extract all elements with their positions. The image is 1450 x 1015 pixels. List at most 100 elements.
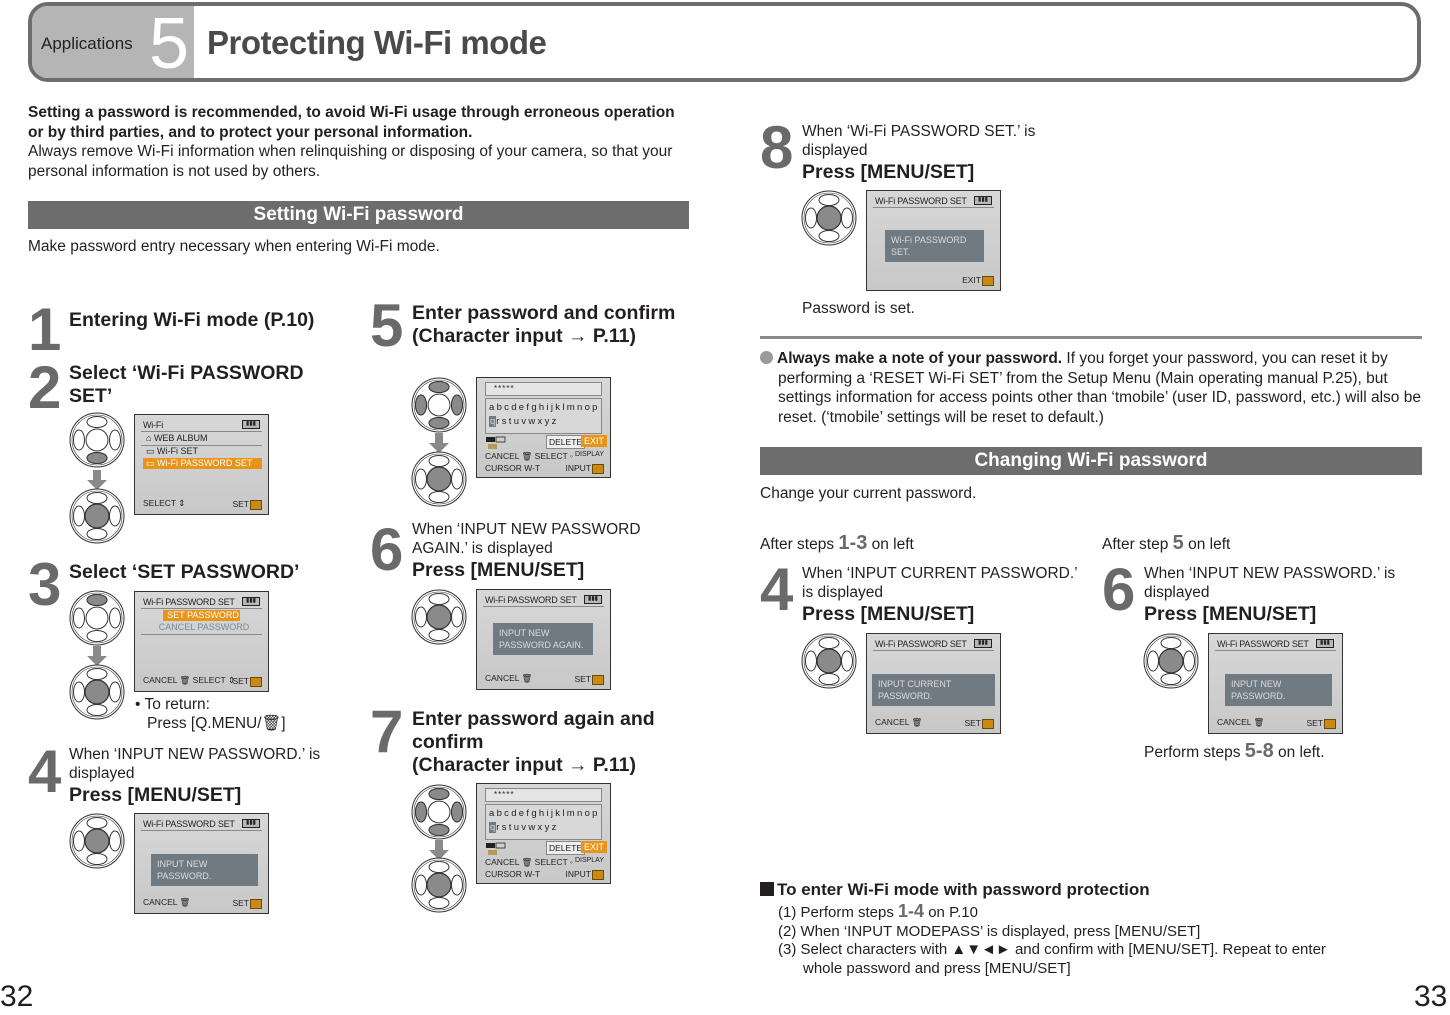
change-step-6-action: Press [MENU/SET]: [1144, 603, 1317, 625]
screen-title: Wi-Fi: [143, 420, 163, 430]
camera-screen-input-new-password-change: Wi-Fi PASSWORD SET ▮▮▮ INPUT NEW PASSWOR…: [1208, 633, 1343, 734]
change-step-6-text: When ‘INPUT NEW PASSWORD.’ is displayed …: [1144, 564, 1424, 626]
screen-message: INPUT CURRENT PASSWORD.: [872, 674, 995, 706]
screen-title: Wi-Fi PASSWORD SET: [875, 639, 967, 649]
protection-step-2: (2) When ‘INPUT MODEPASS’ is displayed, …: [778, 922, 1201, 940]
change-step-4-text: When ‘INPUT CURRENT PASSWORD.’ is displa…: [802, 564, 1082, 626]
step-number-8: 8: [760, 114, 794, 181]
menu-item-wifi-set[interactable]: ▭ Wi-Fi SET: [143, 446, 262, 457]
divider: [760, 336, 1422, 339]
dial-all-directions-icon: [411, 377, 467, 433]
input-mode-icon: [486, 842, 506, 855]
menu-item-set-password[interactable]: SET PASSWORD: [163, 610, 240, 621]
page-number-right: 33: [1414, 980, 1448, 1013]
menu-set-badge-icon: [250, 899, 262, 909]
step-4-action: Press [MENU/SET]: [69, 784, 242, 806]
menu-set-badge-icon: [1324, 719, 1336, 729]
menu-set-badge-icon: [982, 719, 994, 729]
intro-bold: Setting a password is recommended, to av…: [28, 104, 675, 141]
screen-message: INPUT NEW PASSWORD.: [151, 854, 258, 886]
password-field[interactable]: *****: [485, 788, 602, 802]
section-label: Applications: [41, 34, 133, 53]
dial-menu-set-pressed-icon: [801, 190, 857, 246]
after-step-right: After step 5 on left: [1102, 532, 1231, 554]
screen-message: INPUT NEW PASSWORD AGAIN.: [493, 623, 593, 655]
exit-button[interactable]: EXIT: [581, 435, 608, 447]
exit-button[interactable]: EXIT: [581, 841, 608, 853]
character-grid[interactable]: abcdefghijklmnop qrstuvwxyz: [485, 398, 602, 434]
screen-footer-set: SET: [232, 898, 262, 909]
screen-title: Wi-Fi PASSWORD SET: [485, 595, 577, 605]
protection-heading: To enter Wi-Fi mode with password protec…: [760, 880, 1150, 900]
camera-screen-password-set: Wi-Fi PASSWORD SET ▮▮▮ Wi-Fi PASSWORD SE…: [866, 190, 1001, 291]
change-step-number-6: 6: [1102, 556, 1136, 623]
dial-menu-set-pressed-icon: [411, 589, 467, 645]
dial-menu-set-pressed-icon: [1143, 633, 1199, 689]
delete-button[interactable]: DELETE: [546, 841, 586, 855]
step-4-text: When ‘INPUT NEW PASSWORD.’ is displayed …: [69, 745, 349, 807]
section-bar-setting: Setting Wi-Fi password: [28, 201, 689, 229]
page-number-left: 32: [0, 980, 34, 1013]
screen-message: INPUT NEW PASSWORD.: [1225, 674, 1332, 706]
menu-item-wifi-password-set[interactable]: ▭ Wi-Fi PASSWORD SET: [143, 458, 262, 469]
screen-footer-cancel: CANCEL 🗑: [1217, 717, 1265, 727]
screen-message: Wi-Fi PASSWORD SET.: [885, 230, 984, 262]
menu-set-badge-icon: [592, 463, 604, 474]
screen-title: Wi-Fi PASSWORD SET: [143, 597, 235, 607]
camera-screen-input-new-password-again: Wi-Fi PASSWORD SET ▮▮▮ INPUT NEW PASSWOR…: [476, 589, 611, 690]
screen-footer-left: CANCEL 🗑 SELECT ⇕: [143, 675, 236, 685]
step-5-heading: Enter password and confirm (Character in…: [412, 302, 676, 347]
camera-screen-character-input-again: ***** abcdefghijklmnop qrstuvwxyz DELETE…: [476, 783, 611, 884]
screen-footer-set: SET: [964, 718, 994, 729]
step-number-1: 1: [28, 296, 62, 363]
dial-menu-set-pressed-icon: [411, 857, 467, 913]
character-grid[interactable]: abcdefghijklmnop qrstuvwxyz: [485, 804, 602, 840]
menu-set-badge-icon: [250, 500, 262, 510]
step-3-heading: Select ‘SET PASSWORD’: [69, 561, 300, 583]
camera-screen-input-new-password: Wi-Fi PASSWORD SET ▮▮▮ INPUT NEW PASSWOR…: [134, 813, 269, 914]
screen-footer-set: SET: [232, 676, 262, 687]
screen-footer-cancel-select: CANCEL 🗑 SELECT ◦: [485, 451, 573, 461]
display-badge-icon: DISPLAY: [574, 451, 604, 458]
intro-text: Setting a password is recommended, to av…: [28, 103, 693, 181]
battery-icon: ▮▮▮: [242, 819, 260, 828]
screen-footer-cancel: CANCEL 🗑: [143, 897, 191, 907]
step-number-4: 4: [28, 738, 62, 805]
delete-button[interactable]: DELETE: [546, 435, 586, 449]
display-badge-icon: DISPLAY: [574, 857, 604, 864]
step-number-2: 2: [28, 354, 62, 421]
change-step-number-4: 4: [760, 556, 794, 623]
battery-icon: ▮▮▮: [974, 639, 992, 648]
menu-item-web-album[interactable]: ⌂ WEB ALBUM: [143, 433, 262, 444]
step-8-result: Password is set.: [802, 300, 915, 317]
change-step-4-action: Press [MENU/SET]: [802, 603, 975, 625]
section-tab: Applications 5: [32, 6, 194, 78]
menu-item-cancel-password[interactable]: CANCEL PASSWORD: [143, 622, 262, 633]
password-field[interactable]: *****: [485, 382, 602, 396]
page-header: Applications 5 Protecting Wi-Fi mode: [28, 2, 1421, 82]
screen-footer-cursor: CURSOR W-T: [485, 463, 541, 473]
screen-footer-set: SET: [1306, 718, 1336, 729]
camera-screen-input-current-password: Wi-Fi PASSWORD SET ▮▮▮ INPUT CURRENT PAS…: [866, 633, 1001, 734]
step-number-7: 7: [370, 698, 404, 765]
screen-title: Wi-Fi PASSWORD SET: [875, 196, 967, 206]
battery-icon: ▮▮▮: [1316, 639, 1334, 648]
step-6-action: Press [MENU/SET]: [412, 559, 585, 581]
dial-up-pressed-icon: [69, 590, 125, 646]
step-number-6: 6: [370, 516, 404, 583]
screen-footer-set: SET: [574, 674, 604, 685]
password-note: Always make a note of your password. If …: [760, 349, 1425, 427]
dial-menu-set-pressed-icon: [69, 488, 125, 544]
step-8-text: When ‘Wi-Fi PASSWORD SET.’ is displayed …: [802, 122, 1072, 184]
protection-step-3-cont: whole password and press [MENU/SET]: [803, 959, 1071, 977]
after-steps-left: After steps 1-3 on left: [760, 532, 914, 554]
dial-menu-set-pressed-icon: [69, 813, 125, 869]
step-8-action: Press [MENU/SET]: [802, 161, 975, 183]
screen-footer-set: SET: [232, 499, 262, 510]
camera-screen-set-password: Wi-Fi PASSWORD SET ▮▮▮ SET PASSWORD CANC…: [134, 591, 269, 692]
battery-icon: ▮▮▮: [974, 196, 992, 205]
battery-icon: ▮▮▮: [242, 597, 260, 606]
dial-menu-set-pressed-icon: [411, 451, 467, 507]
section-number: 5: [149, 4, 190, 82]
step-2-heading: Select ‘Wi-Fi PASSWORD SET’: [69, 362, 304, 407]
